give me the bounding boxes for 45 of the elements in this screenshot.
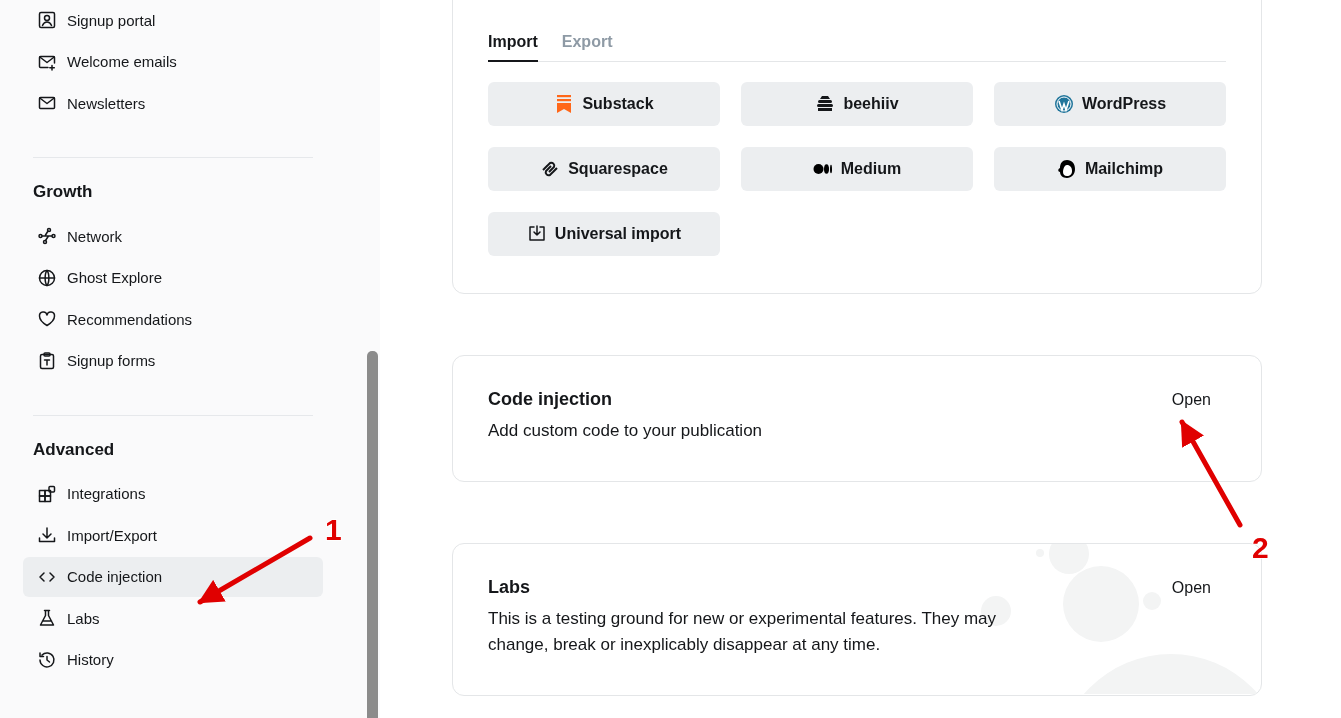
annotation-number: 2 [1252,531,1269,564]
import-source-button[interactable]: Medium [741,147,973,191]
head-icon [1056,159,1077,179]
sidebar-item[interactable]: Network [23,216,323,256]
import-source-button[interactable]: beehiiv [741,82,973,126]
sidebar-item[interactable]: Integrations [23,473,323,514]
sidebar-item[interactable]: Import/Export [23,515,323,555]
open-button[interactable]: Open [1171,389,1211,411]
sidebar-item[interactable]: Ghost Explore [23,257,323,298]
sidebar-item[interactable]: Recommendations [23,299,323,339]
circle-logo-icon [1053,94,1074,114]
blocks-icon [37,483,57,504]
import-source-button[interactable]: Squarespace [488,147,720,191]
sidebar-item[interactable]: History [23,639,323,680]
user-frame-icon [37,10,57,30]
section-heading: Advanced [33,439,116,460]
globe-icon [37,267,57,288]
card-description: This is a testing ground for new or experimental features. They may change, break or inexplicably disappear at any time. [488,608,998,656]
import-source-button[interactable]: Substack [488,82,720,126]
sidebar-item[interactable]: Signup forms [23,340,323,381]
chain-icon [540,159,561,179]
scrollbar[interactable] [367,351,378,718]
sidebar-item[interactable]: Welcome emails [23,41,323,82]
flask-icon [37,608,57,628]
sidebar-item[interactable]: Code injection [23,556,323,597]
network-icon [37,226,57,246]
section-heading: Growth [33,182,94,202]
card-description: Add custom code to your publication [488,420,763,442]
open-button[interactable]: Open [1171,577,1211,599]
import-source-button[interactable]: WordPress [994,82,1226,126]
download-icon [37,525,57,545]
tab[interactable]: Import [488,29,538,62]
clipboard-icon [37,350,57,371]
sidebar-item[interactable]: Signup portal [23,0,323,40]
annotation-number: 1 [325,513,342,546]
sidebar-item[interactable]: Newsletters [23,83,323,123]
card-title: Labs [488,577,531,598]
heart-icon [37,309,57,329]
import-source-button[interactable]: Mailchimp [994,147,1226,191]
history-icon [37,649,57,670]
card-title: Code injection [488,389,613,410]
sidebar-item[interactable]: Labs [23,598,323,638]
import-source-button[interactable]: Universal import [488,212,720,256]
download-icon [526,224,547,244]
beehive-icon [815,94,836,114]
